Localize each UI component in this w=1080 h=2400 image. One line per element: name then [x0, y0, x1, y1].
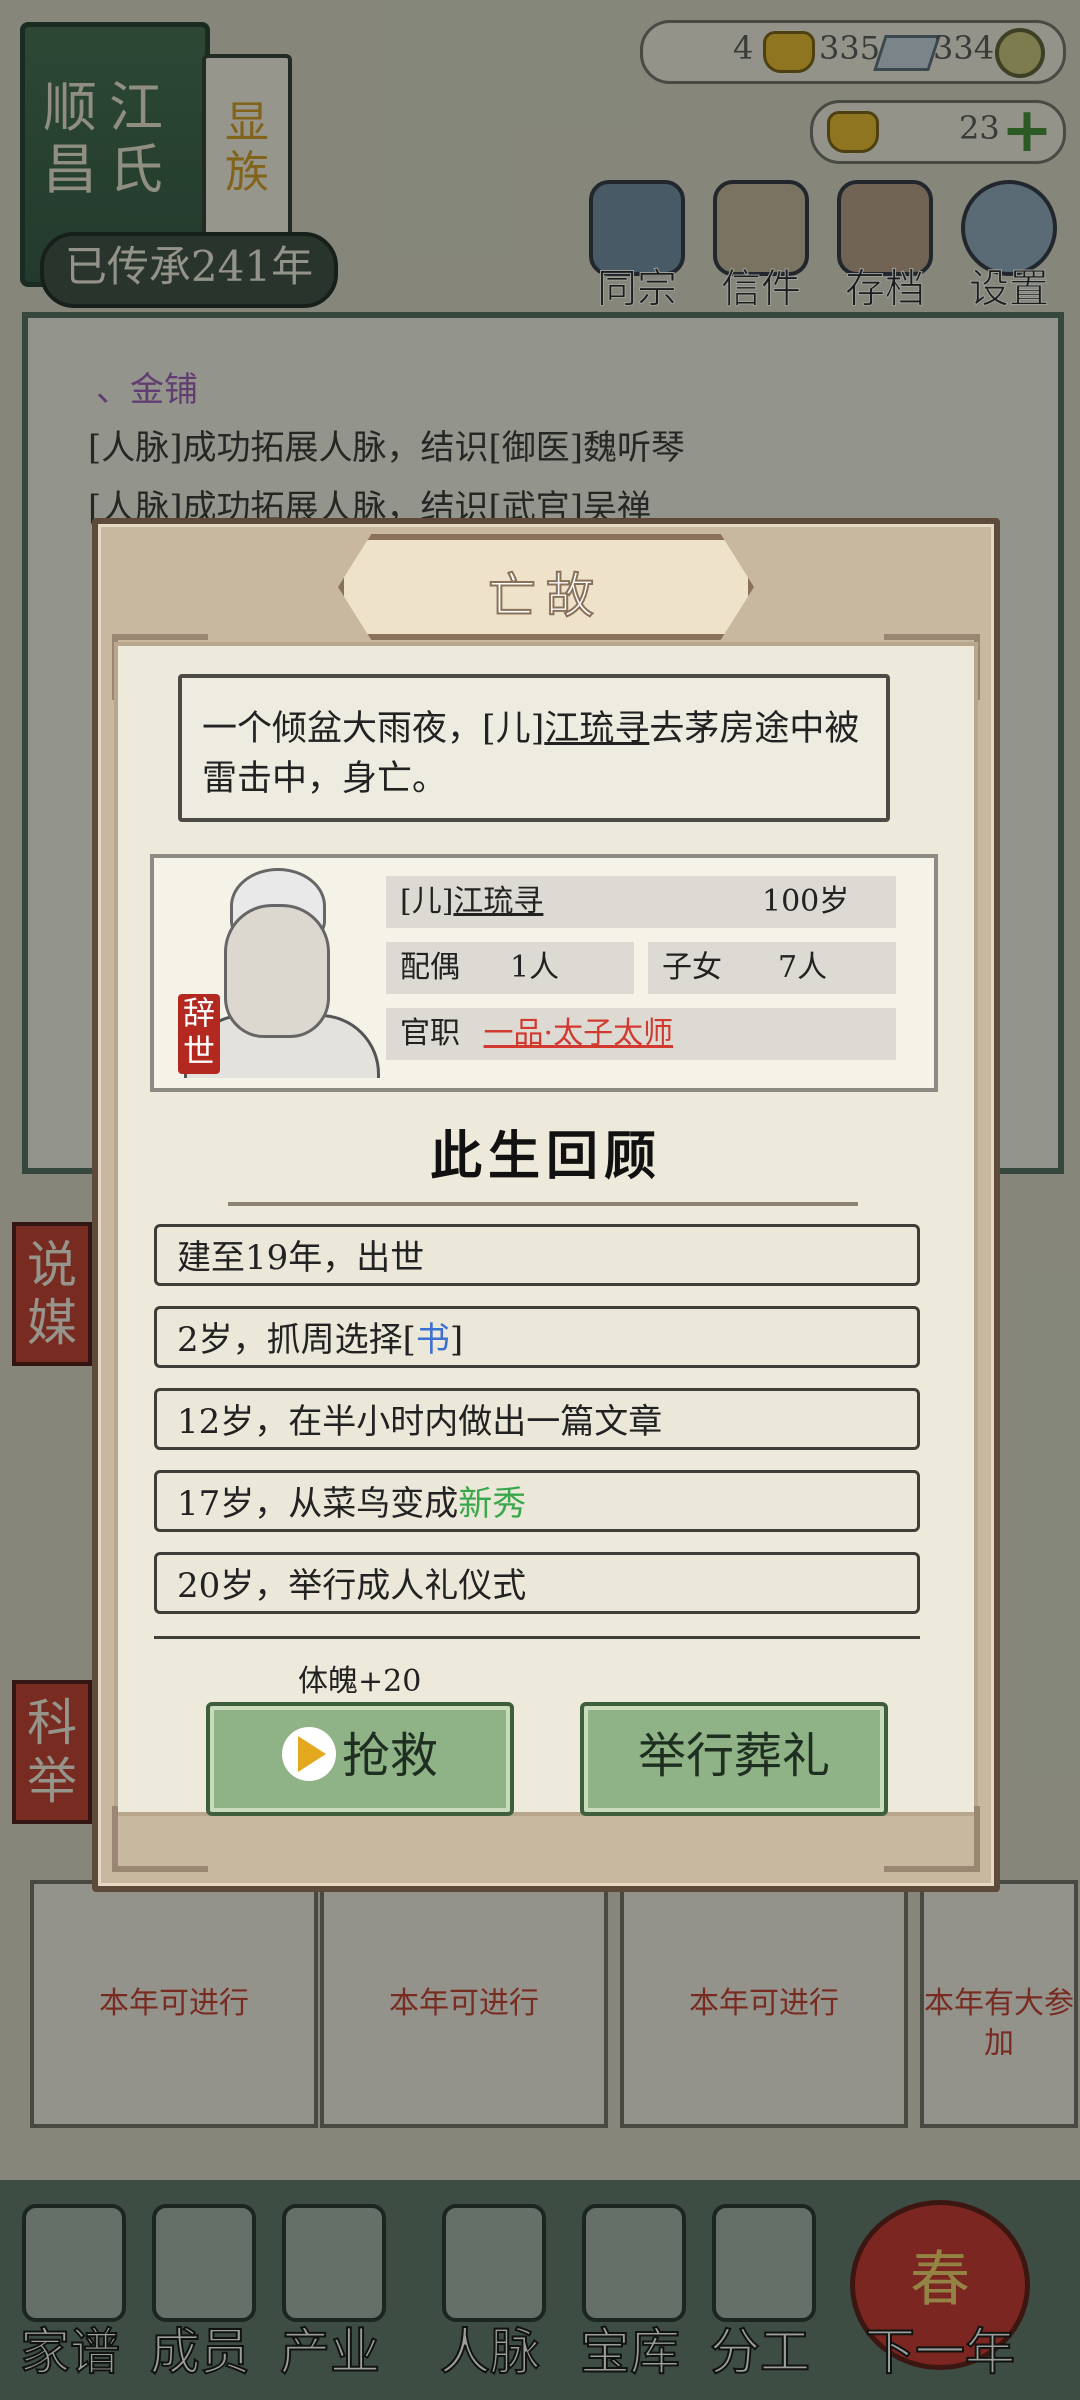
frame-corner — [884, 1806, 980, 1872]
life-event-item: 12岁，在半小时内做出一篇文章 — [154, 1388, 920, 1450]
event-highlight: 新秀 — [458, 1484, 527, 1524]
spouse-row: 配偶 1人 — [386, 942, 634, 994]
event-text: 20岁，举行成人礼仪式 — [177, 1566, 527, 1606]
rescue-bonus-hint: 体魄+20 — [298, 1664, 422, 1699]
member-info-card: 辞世 [儿]江琉寻 100岁 配偶 1人 子女 7人 官职 一品·太子太师 — [150, 854, 938, 1092]
frame-corner — [112, 1806, 208, 1872]
office-value: 一品·太子太师 — [483, 1016, 674, 1051]
modal-title-plate: 亡故 — [338, 534, 754, 640]
portrait-head — [224, 904, 330, 1038]
life-event-item: 20岁，举行成人礼仪式 — [154, 1552, 920, 1614]
event-text: 17岁，从菜鸟变成 — [177, 1484, 459, 1524]
event-highlight: 书 — [415, 1320, 450, 1360]
event-text: 建至19年，出世 — [177, 1238, 425, 1278]
children-value: 7人 — [778, 950, 828, 985]
member-age: 100岁 — [762, 884, 850, 919]
play-ad-icon — [281, 1726, 336, 1781]
member-portrait: 辞世 — [164, 864, 384, 1078]
life-events-scroll-edge[interactable] — [154, 1636, 920, 1649]
hold-funeral-button[interactable]: 举行葬礼 — [580, 1702, 888, 1816]
funeral-button-label: 举行葬礼 — [637, 1728, 830, 1784]
member-name-row: [儿]江琉寻 100岁 — [386, 876, 896, 928]
event-text-tail: ] — [449, 1320, 464, 1360]
event-text: 2岁，抓周选择[ — [177, 1320, 416, 1360]
review-divider — [228, 1184, 858, 1206]
life-review-title: 此生回顾 — [429, 1126, 662, 1187]
member-name: 江琉寻 — [453, 884, 544, 919]
office-label: 官职 — [400, 1016, 460, 1051]
children-label: 子女 — [662, 950, 722, 985]
death-story: 一个倾盆大雨夜，[儿]江琉寻去茅房途中被雷击中，身亡。 — [178, 674, 890, 822]
member-relation: [儿] — [400, 884, 454, 919]
life-event-item: 17岁，从菜鸟变成新秀 — [154, 1470, 920, 1532]
spouse-label: 配偶 — [400, 950, 460, 985]
spouse-value: 1人 — [510, 950, 560, 985]
story-name: 江琉寻 — [544, 709, 650, 749]
life-event-item: 建至19年，出世 — [154, 1224, 920, 1286]
rescue-button[interactable]: 抢救 — [206, 1702, 514, 1816]
children-row: 子女 7人 — [648, 942, 896, 994]
story-prefix: 一个倾盆大雨夜，[儿] — [202, 709, 545, 749]
life-event-item: 2岁，抓周选择[书] — [154, 1306, 920, 1368]
deceased-seal: 辞世 — [178, 994, 220, 1074]
rescue-button-label: 抢救 — [341, 1728, 438, 1784]
death-modal: 亡故 一个倾盆大雨夜，[儿]江琉寻去茅房途中被雷击中，身亡。 辞世 [儿]江琉寻… — [92, 518, 1000, 1892]
modal-title: 亡故 — [487, 567, 604, 625]
office-row: 官职 一品·太子太师 — [386, 1008, 896, 1060]
event-text: 12岁，在半小时内做出一篇文章 — [177, 1402, 663, 1442]
